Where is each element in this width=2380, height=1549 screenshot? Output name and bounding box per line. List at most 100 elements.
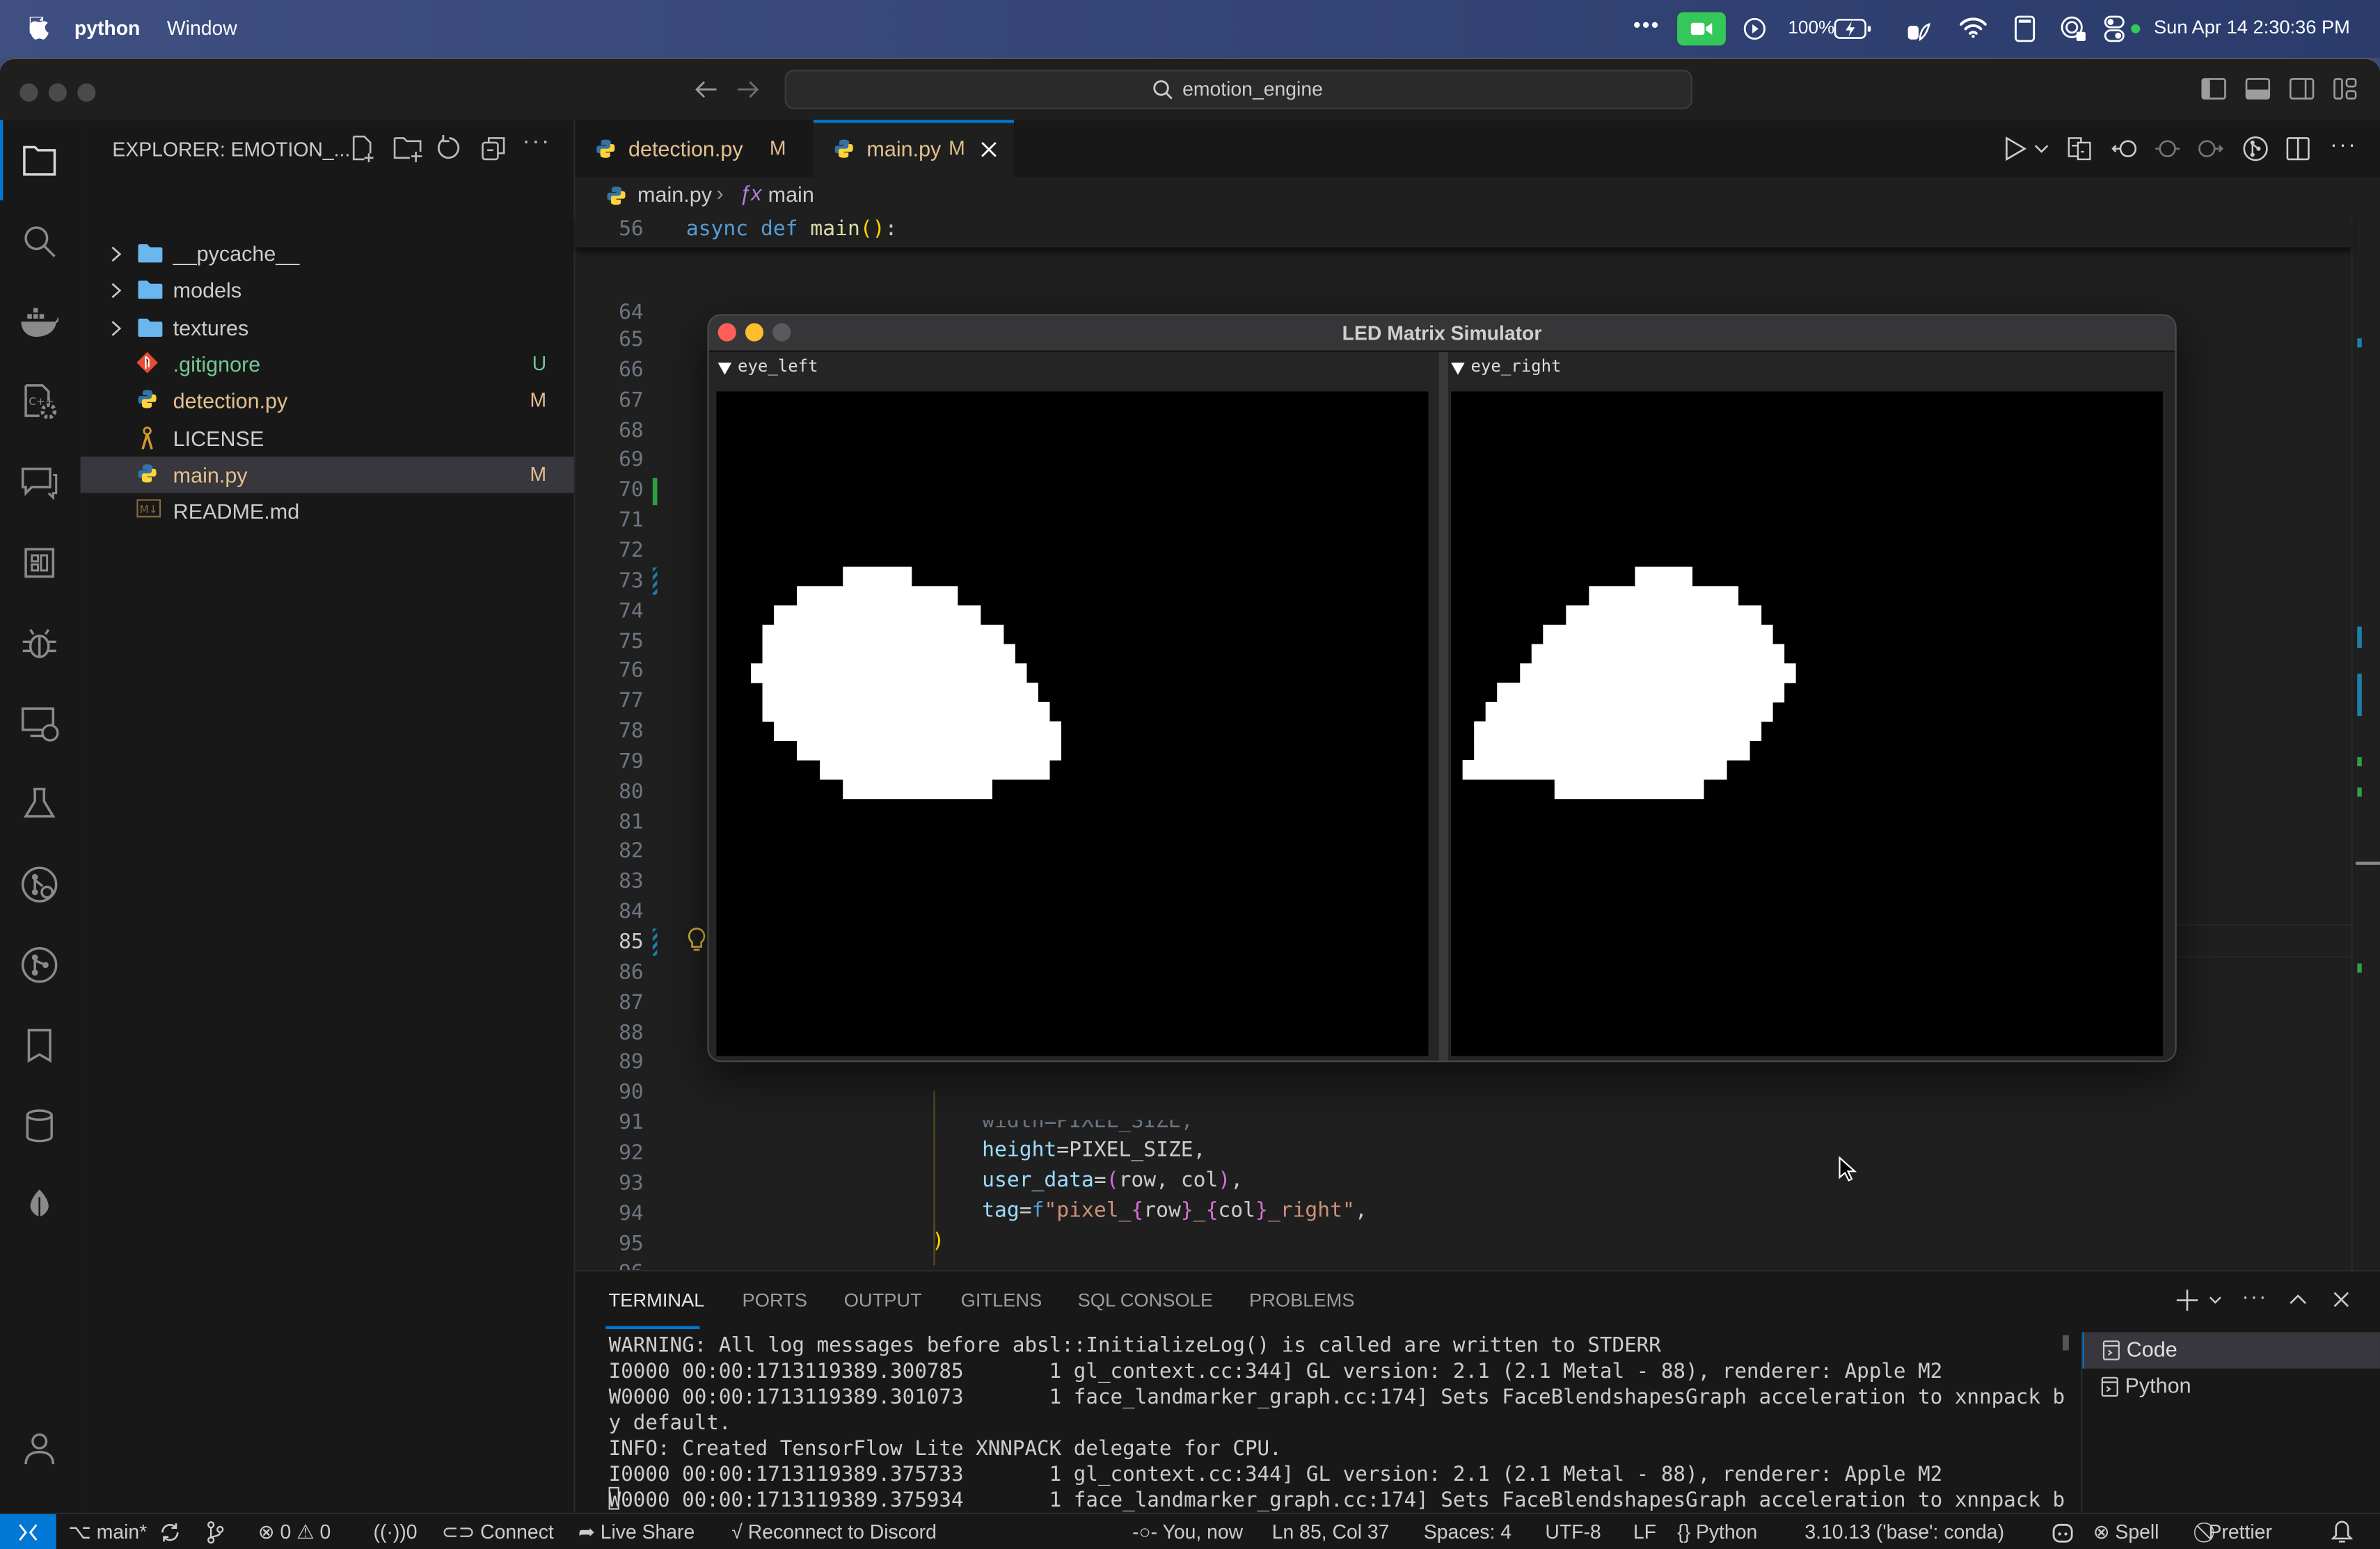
encoding[interactable]: UTF-8 xyxy=(1545,1520,1601,1543)
indentation[interactable]: Spaces: 4 xyxy=(1424,1520,1512,1543)
live-share-status[interactable]: ➦ Live Share xyxy=(578,1520,695,1545)
spell-status[interactable]: ⊗ Spell xyxy=(2093,1520,2159,1545)
eye-right-matrix[interactable] xyxy=(1451,391,2164,1056)
tree-item-textures[interactable]: textures xyxy=(81,309,574,345)
sidebar-panel-icon[interactable] xyxy=(2014,15,2036,42)
facetime-icon[interactable] xyxy=(1677,12,1726,46)
pane-splitter[interactable] xyxy=(1438,351,1448,1061)
run-file-icon[interactable] xyxy=(2005,136,2026,161)
open-previous-revision-icon[interactable] xyxy=(2111,138,2139,159)
wifi-icon[interactable] xyxy=(1960,17,1987,38)
lit-pixel-row[interactable] xyxy=(1462,760,1727,780)
breadcrumb-file[interactable]: main.py xyxy=(637,182,712,207)
back-arrow-icon[interactable] xyxy=(694,79,718,100)
panel-tab-gitlens[interactable]: GITLENS xyxy=(961,1289,1042,1311)
collapse-triangle-icon[interactable] xyxy=(717,363,732,375)
tree-item-models[interactable]: models xyxy=(81,272,574,308)
panel-tab-problems[interactable]: PROBLEMS xyxy=(1249,1289,1355,1311)
database-icon[interactable] xyxy=(18,1104,61,1147)
branch-status[interactable]: ⌥ main* xyxy=(68,1520,147,1545)
docker-icon[interactable] xyxy=(18,301,61,343)
panel-tab-terminal[interactable]: TERMINAL xyxy=(609,1289,705,1311)
tree-item-readme-md[interactable]: M↓ README.md xyxy=(81,493,574,530)
lit-pixel-row[interactable] xyxy=(1485,701,1773,722)
lit-pixel-row[interactable] xyxy=(1543,624,1773,645)
app-menu[interactable]: python xyxy=(74,17,141,40)
remote-explorer-icon[interactable] xyxy=(18,703,61,745)
accounts-icon[interactable] xyxy=(18,1428,61,1470)
lit-pixel-row[interactable] xyxy=(1566,605,1762,626)
editor-more-actions-icon[interactable]: ··· xyxy=(2330,132,2357,158)
refresh-icon[interactable] xyxy=(437,135,461,161)
panel-tab-ports[interactable]: PORTS xyxy=(743,1289,807,1311)
clock[interactable]: Sun Apr 14 2:30:36 PM xyxy=(2154,17,2350,38)
terminal-dropdown-chevron-icon[interactable] xyxy=(2209,1296,2223,1305)
maximize-panel-icon[interactable] xyxy=(2289,1293,2307,1305)
sticky-scroll[interactable]: 56 async def main(): xyxy=(575,214,2351,248)
customize-layout-icon[interactable] xyxy=(2333,77,2358,100)
tree-item-main-py[interactable]: main.py M xyxy=(80,456,574,493)
run-dropdown-chevron-icon[interactable] xyxy=(2034,143,2049,154)
language-mode[interactable]: {} Python xyxy=(1677,1520,1757,1543)
new-folder-icon[interactable] xyxy=(393,135,424,163)
lit-pixel-row[interactable] xyxy=(1589,586,1739,606)
docker-leaf-icon[interactable] xyxy=(1903,15,1931,42)
lit-pixel-row[interactable] xyxy=(762,683,1038,703)
commit-icon[interactable] xyxy=(2154,138,2181,159)
search-icon[interactable] xyxy=(18,220,61,262)
ports-status[interactable]: ((·))0 xyxy=(374,1520,418,1543)
apple-logo-icon[interactable] xyxy=(29,17,50,41)
open-next-revision-icon[interactable] xyxy=(2196,138,2223,159)
close-tab-icon[interactable] xyxy=(981,141,997,158)
lit-pixel-row[interactable] xyxy=(762,624,1004,645)
git-graph-icon[interactable] xyxy=(205,1520,226,1545)
chevron-right-icon[interactable] xyxy=(111,319,122,336)
led-window-title-bar[interactable]: LED Matrix Simulator xyxy=(708,315,2175,352)
close-panel-icon[interactable] xyxy=(2333,1292,2349,1308)
vpn-lock-icon[interactable] xyxy=(2060,15,2087,42)
new-terminal-icon[interactable] xyxy=(2176,1289,2198,1311)
cpp-configuration-icon[interactable]: C++ xyxy=(18,381,61,423)
run-debug-icon[interactable] xyxy=(18,622,61,665)
compare-changes-icon[interactable] xyxy=(2068,136,2092,161)
control-center-icon[interactable] xyxy=(2104,15,2125,42)
lit-pixel-row[interactable] xyxy=(843,779,992,800)
panel-tab-sql-console[interactable]: SQL CONSOLE xyxy=(1078,1289,1213,1311)
extensions-icon[interactable] xyxy=(18,541,61,584)
pane-label[interactable]: eye_left xyxy=(738,356,818,376)
discord-status[interactable]: √ Reconnect to Discord xyxy=(731,1520,937,1543)
explorer-icon[interactable] xyxy=(18,140,61,182)
lit-pixel-row[interactable] xyxy=(774,605,981,626)
lit-pixel-row[interactable] xyxy=(1635,566,1693,587)
gitlens-inspect-icon[interactable] xyxy=(18,864,61,906)
lit-pixel-row[interactable] xyxy=(797,586,958,606)
minimize-window-button[interactable] xyxy=(48,83,67,102)
lit-pixel-row[interactable] xyxy=(843,566,912,587)
zoom-window-button[interactable] xyxy=(77,83,96,102)
gitlens-graph-icon[interactable] xyxy=(2242,135,2269,162)
sync-icon[interactable] xyxy=(159,1522,181,1543)
remote-indicator[interactable] xyxy=(0,1514,56,1549)
source-control-icon[interactable] xyxy=(18,944,61,986)
command-center-search[interactable]: emotion_engine xyxy=(784,70,1692,109)
notifications-bell-icon[interactable] xyxy=(2331,1520,2353,1545)
problems-status[interactable]: ⊗ 0 ⚠ 0 xyxy=(258,1520,331,1545)
lit-pixel-row[interactable] xyxy=(1474,721,1762,741)
mongodb-leaf-icon[interactable] xyxy=(18,1185,61,1228)
lit-pixel-row[interactable] xyxy=(1554,779,1704,800)
lit-pixel-row[interactable] xyxy=(1520,663,1796,683)
chat-icon[interactable] xyxy=(18,461,61,504)
collapse-triangle-icon[interactable] xyxy=(1451,363,1465,375)
lit-pixel-row[interactable] xyxy=(797,740,1062,761)
terminal-output[interactable]: WARNING: All log messages before absl::I… xyxy=(609,1334,2066,1541)
tab-detection-py[interactable]: detection.py M xyxy=(575,120,816,178)
close-window-button[interactable] xyxy=(19,83,38,102)
lit-pixel-row[interactable] xyxy=(762,644,1015,664)
connect-status[interactable]: ⊂⊃ Connect xyxy=(442,1520,554,1545)
tree-item-pycache[interactable]: __pycache__ xyxy=(81,235,574,271)
led-matrix-simulator-window[interactable]: LED Matrix Simulator eye_left eye_right xyxy=(707,314,2177,1063)
toggle-primary-sidebar-icon[interactable] xyxy=(2201,77,2227,100)
forward-arrow-icon[interactable] xyxy=(736,79,761,100)
panel-more-actions-icon[interactable]: ··· xyxy=(2242,1284,2267,1308)
split-editor-icon[interactable] xyxy=(2286,136,2310,161)
